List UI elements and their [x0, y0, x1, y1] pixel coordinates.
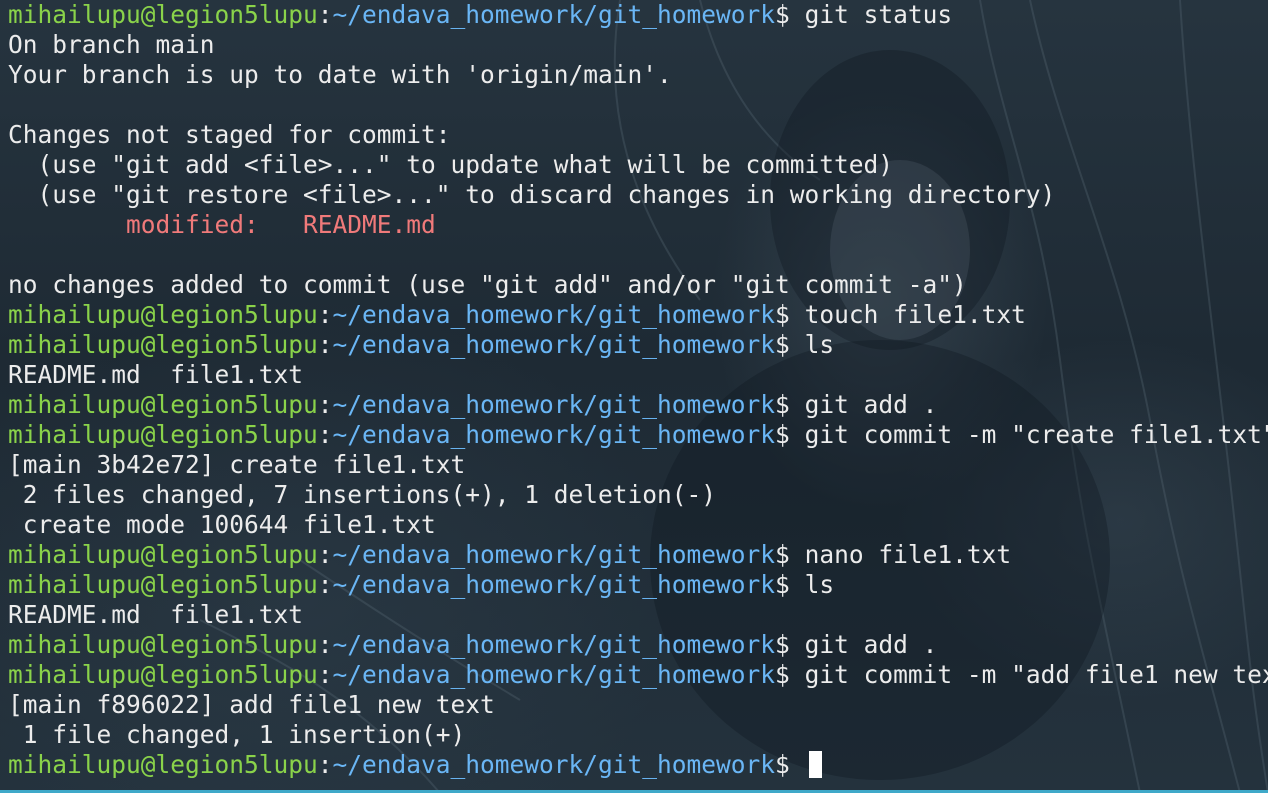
modified-file-line: modified: README.md [8, 210, 1268, 240]
command-text: git commit -m "create file1.txt" [804, 420, 1268, 449]
prompt-dollar: $ [775, 330, 805, 359]
prompt-colon: : [317, 540, 333, 569]
prompt-colon: : [317, 330, 333, 359]
prompt-line: mihailupu@legion5lupu:~/endava_homework/… [8, 570, 1268, 600]
output-line: 2 files changed, 7 insertions(+), 1 dele… [8, 480, 717, 509]
prompt-user-host: mihailupu@legion5lupu [8, 630, 318, 659]
prompt-dollar: $ [775, 660, 805, 689]
output-line: [main f896022] add file1 new text [8, 690, 495, 719]
prompt-line: mihailupu@legion5lupu:~/endava_homework/… [8, 750, 1268, 780]
output-line: (use "git restore <file>..." to discard … [8, 180, 1056, 209]
command-text: touch file1.txt [804, 300, 1026, 329]
prompt-dollar: $ [775, 540, 805, 569]
prompt-colon: : [317, 570, 333, 599]
prompt-colon: : [317, 630, 333, 659]
prompt-line: mihailupu@legion5lupu:~/endava_homework/… [8, 420, 1268, 450]
output-line: no changes added to commit (use "git add… [8, 270, 967, 299]
prompt-path: ~/endava_homework/git_homework [332, 420, 776, 449]
output-line: [main 3b42e72] create file1.txt [8, 450, 466, 479]
output-line: (use "git add <file>..." to update what … [8, 150, 894, 179]
prompt-path: ~/endava_homework/git_homework [332, 330, 776, 359]
prompt-dollar: $ [775, 420, 805, 449]
prompt-dollar: $ [775, 750, 805, 779]
output-line: On branch main [8, 30, 215, 59]
terminal-window[interactable]: mihailupu@legion5lupu:~/endava_homework/… [0, 0, 1268, 793]
prompt-user-host: mihailupu@legion5lupu [8, 660, 318, 689]
prompt-line: mihailupu@legion5lupu:~/endava_homework/… [8, 630, 1268, 660]
prompt-user-host: mihailupu@legion5lupu [8, 390, 318, 419]
command-text: ls [804, 570, 835, 599]
output-line: create mode 100644 file1.txt [8, 510, 436, 539]
output-line: Changes not staged for commit: [8, 120, 451, 149]
prompt-user-host: mihailupu@legion5lupu [8, 300, 318, 329]
output-line: 1 file changed, 1 insertion(+) [8, 720, 466, 749]
command-text: git add . [804, 390, 938, 419]
prompt-path: ~/endava_homework/git_homework [332, 300, 776, 329]
prompt-colon: : [317, 420, 333, 449]
prompt-line: mihailupu@legion5lupu:~/endava_homework/… [8, 390, 1268, 420]
prompt-path: ~/endava_homework/git_homework [332, 540, 776, 569]
prompt-colon: : [317, 660, 333, 689]
text-cursor[interactable] [808, 751, 822, 778]
prompt-dollar: $ [775, 570, 805, 599]
command-text: git status [804, 0, 953, 29]
prompt-path: ~/endava_homework/git_homework [332, 570, 776, 599]
prompt-line: mihailupu@legion5lupu:~/endava_homework/… [8, 330, 1268, 360]
output-line: README.md file1.txt [8, 360, 304, 389]
prompt-user-host: mihailupu@legion5lupu [8, 0, 318, 29]
prompt-line: mihailupu@legion5lupu:~/endava_homework/… [8, 540, 1268, 570]
command-text: ls [804, 330, 835, 359]
prompt-path: ~/endava_homework/git_homework [332, 750, 776, 779]
output-line: Your branch is up to date with 'origin/m… [8, 60, 672, 89]
prompt-user-host: mihailupu@legion5lupu [8, 330, 318, 359]
prompt-path: ~/endava_homework/git_homework [332, 0, 776, 29]
prompt-user-host: mihailupu@legion5lupu [8, 540, 318, 569]
output-line: README.md file1.txt [8, 600, 304, 629]
prompt-path: ~/endava_homework/git_homework [332, 630, 776, 659]
prompt-dollar: $ [775, 390, 805, 419]
prompt-dollar: $ [775, 630, 805, 659]
prompt-line: mihailupu@legion5lupu:~/endava_homework/… [8, 660, 1268, 690]
prompt-user-host: mihailupu@legion5lupu [8, 750, 318, 779]
prompt-line: mihailupu@legion5lupu:~/endava_homework/… [8, 0, 1268, 30]
prompt-path: ~/endava_homework/git_homework [332, 390, 776, 419]
prompt-colon: : [317, 0, 333, 29]
command-text: git add . [804, 630, 938, 659]
prompt-dollar: $ [775, 0, 805, 29]
modified-file-text: modified: README.md [126, 210, 436, 239]
prompt-user-host: mihailupu@legion5lupu [8, 570, 318, 599]
prompt-dollar: $ [775, 300, 805, 329]
prompt-path: ~/endava_homework/git_homework [332, 660, 776, 689]
command-text: nano file1.txt [804, 540, 1012, 569]
prompt-colon: : [317, 750, 333, 779]
prompt-user-host: mihailupu@legion5lupu [8, 420, 318, 449]
prompt-colon: : [317, 300, 333, 329]
prompt-line: mihailupu@legion5lupu:~/endava_homework/… [8, 300, 1268, 330]
terminal-output[interactable]: mihailupu@legion5lupu:~/endava_homework/… [8, 0, 1268, 780]
command-text: git commit -m "add file1 new text" [804, 660, 1268, 689]
prompt-colon: : [317, 390, 333, 419]
